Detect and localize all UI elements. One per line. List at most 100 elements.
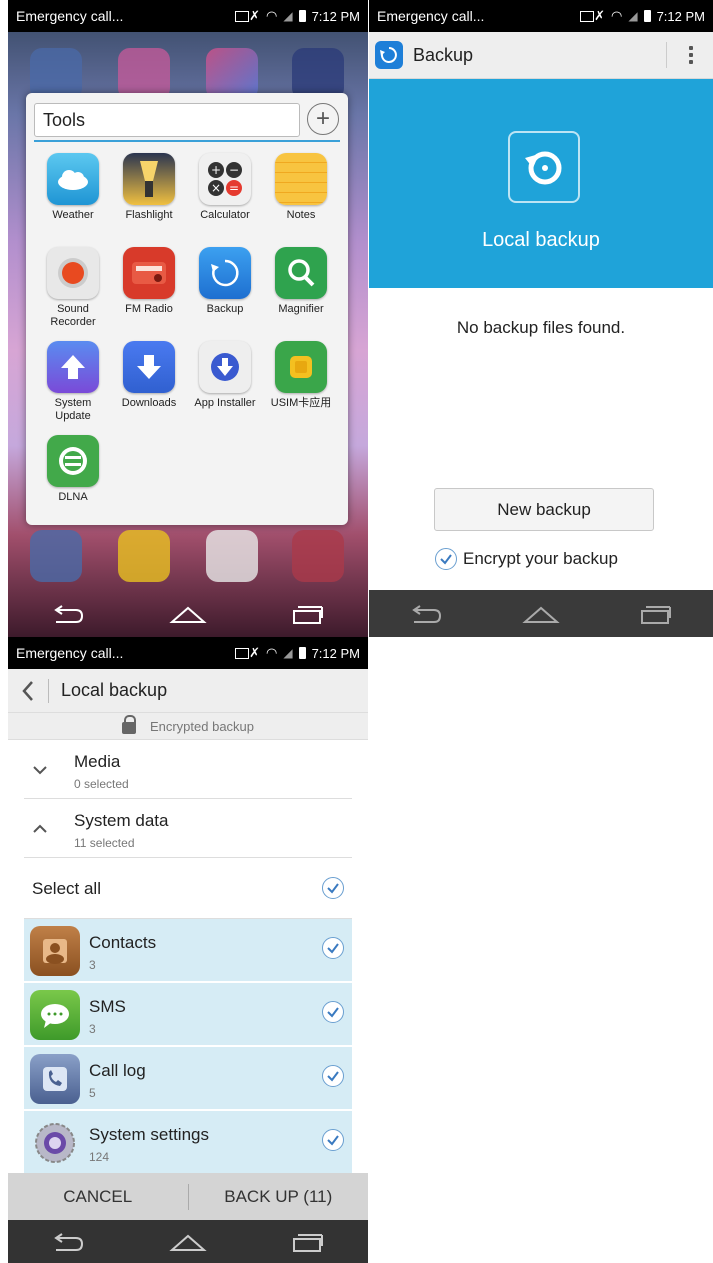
status-bar: Emergency call... ✗ ◠ ◢ 7:12 PM xyxy=(8,0,368,32)
backup-app-icon xyxy=(375,41,403,69)
local-backup-hero[interactable]: Local backup xyxy=(369,79,713,288)
encrypt-backup-option[interactable]: Encrypt your backup xyxy=(435,548,618,570)
home-icon[interactable] xyxy=(158,1224,218,1260)
svg-text:+: + xyxy=(211,163,221,177)
recents-icon[interactable] xyxy=(278,596,338,632)
item-count: 5 xyxy=(89,1086,96,1100)
list-item-sms[interactable]: SMS 3 xyxy=(24,983,352,1046)
home-icon[interactable] xyxy=(511,596,571,632)
app-usim[interactable]: USIM卡应用 xyxy=(262,341,340,410)
home-screen-panel: Emergency call... ✗ ◠ ◢ 7:12 PM Tools + xyxy=(8,0,368,637)
weather-icon xyxy=(47,153,99,205)
item-title: SMS xyxy=(89,997,126,1016)
app-calculator[interactable]: + − × = Calculator xyxy=(186,153,264,222)
app-weather[interactable]: Weather xyxy=(34,153,112,222)
list-item-system-settings[interactable]: System settings 124 xyxy=(24,1111,352,1174)
checkmark-icon[interactable] xyxy=(322,937,344,959)
signal-icon: ◢ xyxy=(283,9,293,23)
app-label: App Installer xyxy=(194,397,256,409)
tools-folder: Tools + Weather Flashlight + − × = Calcu… xyxy=(26,93,348,525)
screenshot-collage: Emergency call... ✗ ◠ ◢ 7:12 PM Tools + xyxy=(0,0,713,1263)
folder-divider xyxy=(34,140,340,142)
backup-panel: Emergency call... ✗ ◠ ◢ 7:12 PM Backup L… xyxy=(369,0,713,637)
app-label: Notes xyxy=(286,209,316,221)
page-title: Local backup xyxy=(61,680,168,700)
app-label: Sound Recorder xyxy=(50,303,96,328)
call-log-icon xyxy=(30,1054,80,1104)
app-flashlight[interactable]: Flashlight xyxy=(110,153,188,222)
sms-icon xyxy=(30,990,80,1040)
app-notes[interactable]: Notes xyxy=(262,153,340,222)
calculator-icon: + − × = xyxy=(199,153,251,205)
app-dlna[interactable]: DLNA xyxy=(34,435,112,504)
overflow-menu-icon[interactable] xyxy=(681,46,701,64)
select-all-row[interactable]: Select all xyxy=(24,859,352,919)
svg-text:=: = xyxy=(229,181,239,195)
chevron-up-icon xyxy=(32,821,48,837)
item-title: System settings xyxy=(89,1125,209,1144)
checkmark-icon[interactable] xyxy=(322,1065,344,1087)
group-title: Media xyxy=(74,752,121,771)
status-time: 7:12 PM xyxy=(311,8,360,24)
checkmark-icon[interactable] xyxy=(435,548,457,570)
app-app-installer[interactable]: App Installer xyxy=(186,341,264,410)
system-update-icon xyxy=(47,341,99,393)
app-label: Magnifier xyxy=(278,303,324,315)
dock-google-folder-icon[interactable] xyxy=(292,530,344,582)
downloads-icon xyxy=(123,341,175,393)
item-title: Contacts xyxy=(89,933,157,952)
list-item-call-log[interactable]: Call log 5 xyxy=(24,1047,352,1110)
notes-icon xyxy=(275,153,327,205)
app-label: DLNA xyxy=(58,491,88,503)
recents-icon[interactable] xyxy=(278,1224,338,1260)
cancel-button[interactable]: CANCEL xyxy=(8,1187,188,1207)
folder-name-field[interactable]: Tools xyxy=(34,103,300,137)
screenshot-notification-icon xyxy=(235,10,250,22)
status-bar: Emergency call... ✗ ◠ ◢ 7:12 PM xyxy=(369,0,713,32)
list-item-contacts[interactable]: Contacts 3 xyxy=(24,919,352,982)
app-sound-recorder[interactable]: Sound Recorder xyxy=(34,247,112,329)
signal-icon: ◢ xyxy=(628,9,638,23)
app-label: USIM卡应用 xyxy=(270,397,332,409)
app-fm-radio[interactable]: FM Radio xyxy=(110,247,188,316)
recents-icon[interactable] xyxy=(626,596,686,632)
group-system-data[interactable]: System data 11 selected xyxy=(24,799,352,858)
app-label: System Update xyxy=(54,397,92,422)
app-label: Calculator xyxy=(200,209,250,221)
dock-phone-icon[interactable] xyxy=(30,530,82,582)
app-backup[interactable]: Backup xyxy=(186,247,264,316)
app-downloads[interactable]: Downloads xyxy=(110,341,188,410)
app-system-update[interactable]: System Update xyxy=(34,341,112,423)
back-icon[interactable] xyxy=(38,596,98,632)
dock-messaging-icon[interactable] xyxy=(118,530,170,582)
new-backup-button[interactable]: New backup xyxy=(434,488,654,531)
mute-icon: ✗ xyxy=(249,8,260,23)
back-icon[interactable] xyxy=(38,1224,98,1260)
chevron-down-icon xyxy=(32,762,48,778)
checkmark-icon[interactable] xyxy=(322,877,344,899)
add-app-button[interactable]: + xyxy=(307,103,339,135)
divider xyxy=(48,678,49,703)
dock-play-store-icon[interactable] xyxy=(206,530,258,582)
back-up-button[interactable]: BACK UP (11) xyxy=(189,1187,369,1207)
back-arrow-icon[interactable] xyxy=(8,669,48,713)
back-icon[interactable] xyxy=(396,596,456,632)
encrypted-backup-banner: Encrypted backup xyxy=(8,713,368,740)
action-bar: Backup xyxy=(369,32,713,79)
screenshot-notification-icon xyxy=(235,647,250,659)
home-icon[interactable] xyxy=(158,596,218,632)
app-magnifier[interactable]: Magnifier xyxy=(262,247,340,316)
wifi-icon: ◠ xyxy=(266,8,278,23)
item-count: 3 xyxy=(89,1022,96,1036)
group-media[interactable]: Media 0 selected xyxy=(24,740,352,799)
item-title: Call log xyxy=(89,1061,146,1080)
app-label: Backup xyxy=(206,303,244,315)
dlna-icon xyxy=(47,435,99,487)
hero-label: Local backup xyxy=(482,229,600,251)
group-title: System data xyxy=(74,811,169,830)
checkmark-icon[interactable] xyxy=(322,1129,344,1151)
backup-icon xyxy=(199,247,251,299)
navigation-bar xyxy=(8,1220,368,1263)
checkmark-icon[interactable] xyxy=(322,1001,344,1023)
app-label: FM Radio xyxy=(125,303,173,315)
